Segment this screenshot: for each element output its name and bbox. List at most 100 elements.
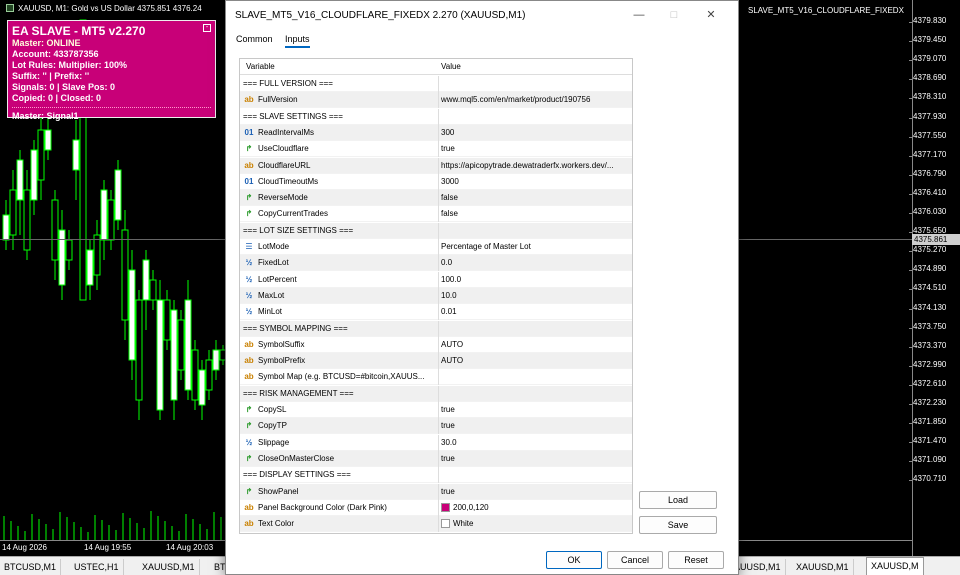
chart-tab[interactable]: XAUUSD,M1 <box>138 559 200 575</box>
value-cell[interactable]: www.mql5.com/en/market/product/190756 <box>438 92 632 109</box>
value-text: 10.0 <box>441 290 457 300</box>
table-row[interactable]: === RISK MANAGEMENT === <box>240 385 632 402</box>
value-cell[interactable]: Percentage of Master Lot <box>438 239 632 255</box>
table-row[interactable]: ab Symbol Map (e.g. BTCUSD=#bitcoin,XAUUS… <box>240 369 632 386</box>
value-cell[interactable]: https://apicopytrade.dewatraderfx.worker… <box>438 157 632 174</box>
value-cell[interactable]: true <box>438 141 632 158</box>
value-cell[interactable]: AUTO <box>438 336 632 353</box>
variable-cell: ½ Slippage <box>243 435 436 451</box>
table-row[interactable]: === DISPLAY SETTINGS === <box>240 467 632 484</box>
panel-minimize-button[interactable]: - <box>203 24 211 32</box>
table-row[interactable]: ↱ ShowPanel true <box>240 483 632 500</box>
chart-tab[interactable]: XAUUSD,M1 <box>792 559 854 575</box>
table-row[interactable]: ab SymbolPrefix AUTO <box>240 353 632 370</box>
value-text: 3000 <box>441 176 459 186</box>
table-row[interactable]: ½ LotPercent 100.0 <box>240 271 632 288</box>
tab-inputs[interactable]: Inputs <box>285 34 310 48</box>
cancel-button[interactable]: Cancel <box>607 551 663 569</box>
table-row[interactable]: ½ FixedLot 0.0 <box>240 255 632 272</box>
copied-line: Copied: 0 | Closed: 0 <box>12 93 102 103</box>
maximize-icon[interactable]: □ <box>666 7 682 23</box>
save-button[interactable]: Save <box>639 516 717 534</box>
table-row[interactable]: 01 CloudTimeoutMs 3000 <box>240 173 632 190</box>
variable-cell: ab CloudflareURL <box>243 158 436 174</box>
value-cell[interactable] <box>438 369 632 386</box>
value-cell[interactable]: White <box>438 516 632 533</box>
value-cell[interactable]: false <box>438 206 632 223</box>
table-row[interactable]: ½ MinLot 0.01 <box>240 304 632 321</box>
type-bool-icon: ↱ <box>245 453 253 463</box>
table-row[interactable]: === LOT SIZE SETTINGS === <box>240 222 632 239</box>
suffix-line: Suffix: '' | Prefix: '' <box>12 71 90 81</box>
load-button[interactable]: Load <box>639 491 717 509</box>
table-row[interactable]: ab CloudflareURL https://apicopytrade.dewa… <box>240 157 632 174</box>
value-cell[interactable] <box>438 320 632 337</box>
value-text: AUTO <box>441 356 464 366</box>
table-row[interactable]: 01 ReadIntervalMs 300 <box>240 124 632 141</box>
table-row[interactable]: === SYMBOL MAPPING === <box>240 320 632 337</box>
value-cell[interactable]: true <box>438 483 632 500</box>
color-swatch[interactable] <box>441 519 450 529</box>
variable-cell: === LOT SIZE SETTINGS === <box>243 223 436 239</box>
value-cell[interactable]: 200,0,120 <box>438 499 632 516</box>
chart-tab-active[interactable]: XAUUSD,M <box>866 557 924 575</box>
close-icon[interactable]: ✕ <box>703 7 719 23</box>
value-text: AUTO <box>441 339 464 349</box>
value-cell[interactable]: 3000 <box>438 173 632 190</box>
minimize-icon[interactable]: — <box>631 7 647 23</box>
table-row[interactable]: === SLAVE SETTINGS === <box>240 108 632 125</box>
table-row[interactable]: ↱ CopyCurrentTrades false <box>240 206 632 223</box>
table-row[interactable]: ½ Slippage 30.0 <box>240 434 632 451</box>
chart-tab[interactable]: BTCUSD,M1 <box>0 559 62 575</box>
value-cell[interactable]: true <box>438 402 632 418</box>
value-cell[interactable]: 30.0 <box>438 434 632 451</box>
table-row[interactable]: ↱ ReverseMode false <box>240 190 632 207</box>
time-label: 14 Aug 20:03 <box>166 543 214 552</box>
table-row[interactable]: ↱ CopyTP true <box>240 418 632 435</box>
panel-divider <box>12 107 211 108</box>
table-row[interactable]: ½ MaxLot 10.0 <box>240 287 632 304</box>
price-tick: 4377.170 <box>908 149 947 159</box>
variable-name: CopyCurrentTrades <box>258 209 328 219</box>
table-row[interactable]: ↱ CloseOnMasterClose true <box>240 450 632 467</box>
value-cell[interactable]: 300 <box>438 124 632 141</box>
variable-cell: ab FullVersion <box>243 92 436 108</box>
table-row[interactable]: ab Text Color White <box>240 516 632 533</box>
price-tick: 4374.510 <box>908 283 947 293</box>
value-cell[interactable]: 100.0 <box>438 271 632 288</box>
table-row[interactable]: ab FullVersion www.mql5.com/en/market/prod… <box>240 92 632 109</box>
value-cell[interactable] <box>438 385 632 402</box>
variable-cell: ↱ CopyCurrentTrades <box>243 206 436 222</box>
table-row[interactable]: ab Panel Background Color (Dark Pink) 200,… <box>240 499 632 516</box>
chart-tab[interactable]: USTEC,H1 <box>70 559 124 575</box>
reset-button[interactable]: Reset <box>668 551 724 569</box>
ea-name-label: SLAVE_MT5_V16_CLOUDFLARE_FIXEDX <box>748 6 904 15</box>
value-cell[interactable]: 0.01 <box>438 304 632 321</box>
color-swatch[interactable] <box>441 502 450 512</box>
value-cell[interactable] <box>438 222 632 239</box>
table-row[interactable]: ab SymbolSuffix AUTO <box>240 336 632 353</box>
value-cell[interactable] <box>438 467 632 484</box>
table-row[interactable]: ↱ CopySL true <box>240 402 632 418</box>
table-row[interactable]: ↱ UseCloudflare true <box>240 141 632 158</box>
type-half-icon: ½ <box>245 274 253 284</box>
value-cell[interactable] <box>438 108 632 125</box>
value-cell[interactable]: true <box>438 450 632 467</box>
candle-body <box>121 229 129 321</box>
value-cell[interactable]: true <box>438 418 632 435</box>
ok-button[interactable]: OK <box>546 551 602 569</box>
value-cell[interactable]: false <box>438 190 632 207</box>
variable-name: LotPercent <box>258 274 297 284</box>
value-cell[interactable]: 0.0 <box>438 255 632 272</box>
table-row[interactable]: === FULL VERSION === <box>240 76 632 92</box>
tab-common[interactable]: Common <box>236 34 273 46</box>
variable-name: SymbolPrefix <box>258 356 306 366</box>
candle-body <box>205 359 213 391</box>
price-axis <box>912 0 960 556</box>
value-cell[interactable] <box>438 76 632 92</box>
type-01-icon: 01 <box>244 176 254 186</box>
value-cell[interactable]: AUTO <box>438 353 632 370</box>
table-row[interactable]: ☰ LotMode Percentage of Master Lot <box>240 239 632 255</box>
value-text: www.mql5.com/en/market/product/190756 <box>441 95 591 105</box>
value-cell[interactable]: 10.0 <box>438 287 632 304</box>
